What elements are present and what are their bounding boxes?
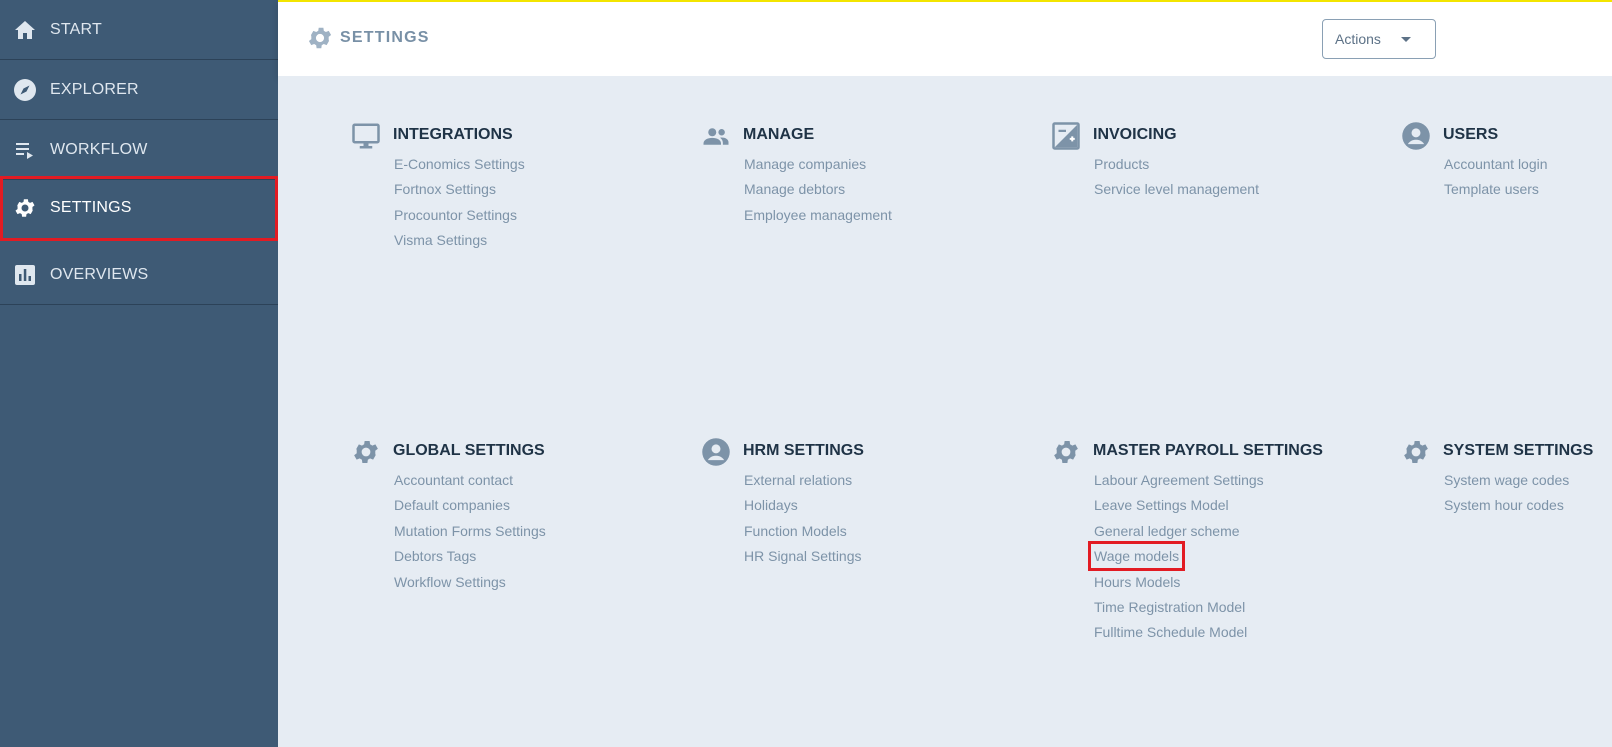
user-circle-icon [1400,120,1432,152]
link-list: Labour Agreement Settings Leave Settings… [1087,470,1265,648]
link-fulltime-schedule-model[interactable]: Fulltime Schedule Model [1093,622,1265,647]
user-circle-icon [700,436,732,468]
link-holidays[interactable]: Holidays [743,495,863,520]
link-service-level-management[interactable]: Service level management [1093,179,1260,204]
monitor-icon [350,120,382,152]
sidebar-item-label: OVERVIEWS [50,265,149,283]
workflow-list-icon [12,137,38,163]
gear-icon [12,195,38,221]
sidebar: START EXPLORER WORKFLOW SETTINGS OVERVIE… [0,0,278,747]
gear-icon [308,27,332,49]
link-list: External relations Holidays Function Mod… [743,470,863,572]
link-workflow-settings[interactable]: Workflow Settings [393,572,547,597]
link-system-wage-codes[interactable]: System wage codes [1443,470,1570,495]
sidebar-item-explorer[interactable]: EXPLORER [0,60,278,120]
link-accountant-contact[interactable]: Accountant contact [393,470,547,495]
link-hr-signal-settings[interactable]: HR Signal Settings [743,546,863,571]
section-title: GLOBAL SETTINGS [393,442,545,459]
link-labour-agreement-settings[interactable]: Labour Agreement Settings [1093,470,1265,495]
sidebar-item-settings[interactable]: SETTINGS [0,176,278,241]
link-fortnox-settings[interactable]: Fortnox Settings [393,179,526,204]
link-wage-models[interactable]: Wage models [1087,541,1265,572]
link-hours-models[interactable]: Hours Models [1093,572,1265,597]
sidebar-item-label: WORKFLOW [50,140,148,158]
page-title-text: SETTINGS [340,29,430,46]
sidebar-item-label: EXPLORER [50,80,139,98]
link-e-conomics-settings[interactable]: E-Conomics Settings [393,154,526,179]
header: SETTINGS Actions [278,0,1612,76]
link-general-ledger-scheme[interactable]: General ledger scheme [1093,521,1265,546]
link-list: Accountant contact Default companies Mut… [393,470,547,597]
link-accountant-login[interactable]: Accountant login [1443,154,1549,179]
gear-icon [1050,436,1082,468]
sidebar-item-workflow[interactable]: WORKFLOW [0,120,278,180]
section-title: SYSTEM SETTINGS [1443,442,1594,459]
actions-label: Actions [1335,31,1381,47]
section-title: MANAGE [743,126,815,143]
link-list: Products Service level management [1093,154,1260,205]
link-external-relations[interactable]: External relations [743,470,863,495]
link-time-registration-model[interactable]: Time Registration Model [1093,597,1265,622]
link-template-users[interactable]: Template users [1443,179,1549,204]
link-list: Accountant login Template users [1443,154,1549,205]
invoice-icon [1050,120,1082,152]
home-icon [12,17,38,43]
sidebar-item-label: START [50,20,102,38]
bar-chart-icon [12,262,38,288]
link-system-hour-codes[interactable]: System hour codes [1443,495,1570,520]
people-icon [700,120,732,152]
link-list: Manage companies Manage debtors Employee… [743,154,893,230]
section-title: USERS [1443,126,1499,143]
link-leave-settings-model[interactable]: Leave Settings Model [1093,495,1265,520]
link-products[interactable]: Products [1093,154,1260,179]
section-title: INTEGRATIONS [393,126,513,143]
link-manage-debtors[interactable]: Manage debtors [743,179,893,204]
sidebar-item-label: SETTINGS [50,199,132,216]
gear-icon [350,436,382,468]
compass-icon [12,77,38,103]
section-title: MASTER PAYROLL SETTINGS [1093,442,1323,459]
link-list: E-Conomics Settings Fortnox Settings Pro… [393,154,526,256]
link-visma-settings[interactable]: Visma Settings [393,230,526,255]
link-employee-management[interactable]: Employee management [743,205,893,230]
link-function-models[interactable]: Function Models [743,521,863,546]
sidebar-item-overviews[interactable]: OVERVIEWS [0,245,278,305]
link-mutation-forms-settings[interactable]: Mutation Forms Settings [393,521,547,546]
link-default-companies[interactable]: Default companies [393,495,547,520]
link-list: System wage codes System hour codes [1443,470,1570,521]
link-manage-companies[interactable]: Manage companies [743,154,893,179]
page-title: SETTINGS [306,24,430,52]
link-procountor-settings[interactable]: Procountor Settings [393,205,526,230]
settings-content: INTEGRATIONS E-Conomics Settings Fortnox… [278,76,1612,747]
section-title: HRM SETTINGS [743,442,864,459]
gear-icon [1400,436,1432,468]
sidebar-item-start[interactable]: START [0,0,278,60]
link-debtors-tags[interactable]: Debtors Tags [393,546,547,571]
actions-dropdown[interactable]: Actions [1322,19,1436,59]
caret-down-icon [1401,37,1411,42]
section-title: INVOICING [1093,126,1177,143]
